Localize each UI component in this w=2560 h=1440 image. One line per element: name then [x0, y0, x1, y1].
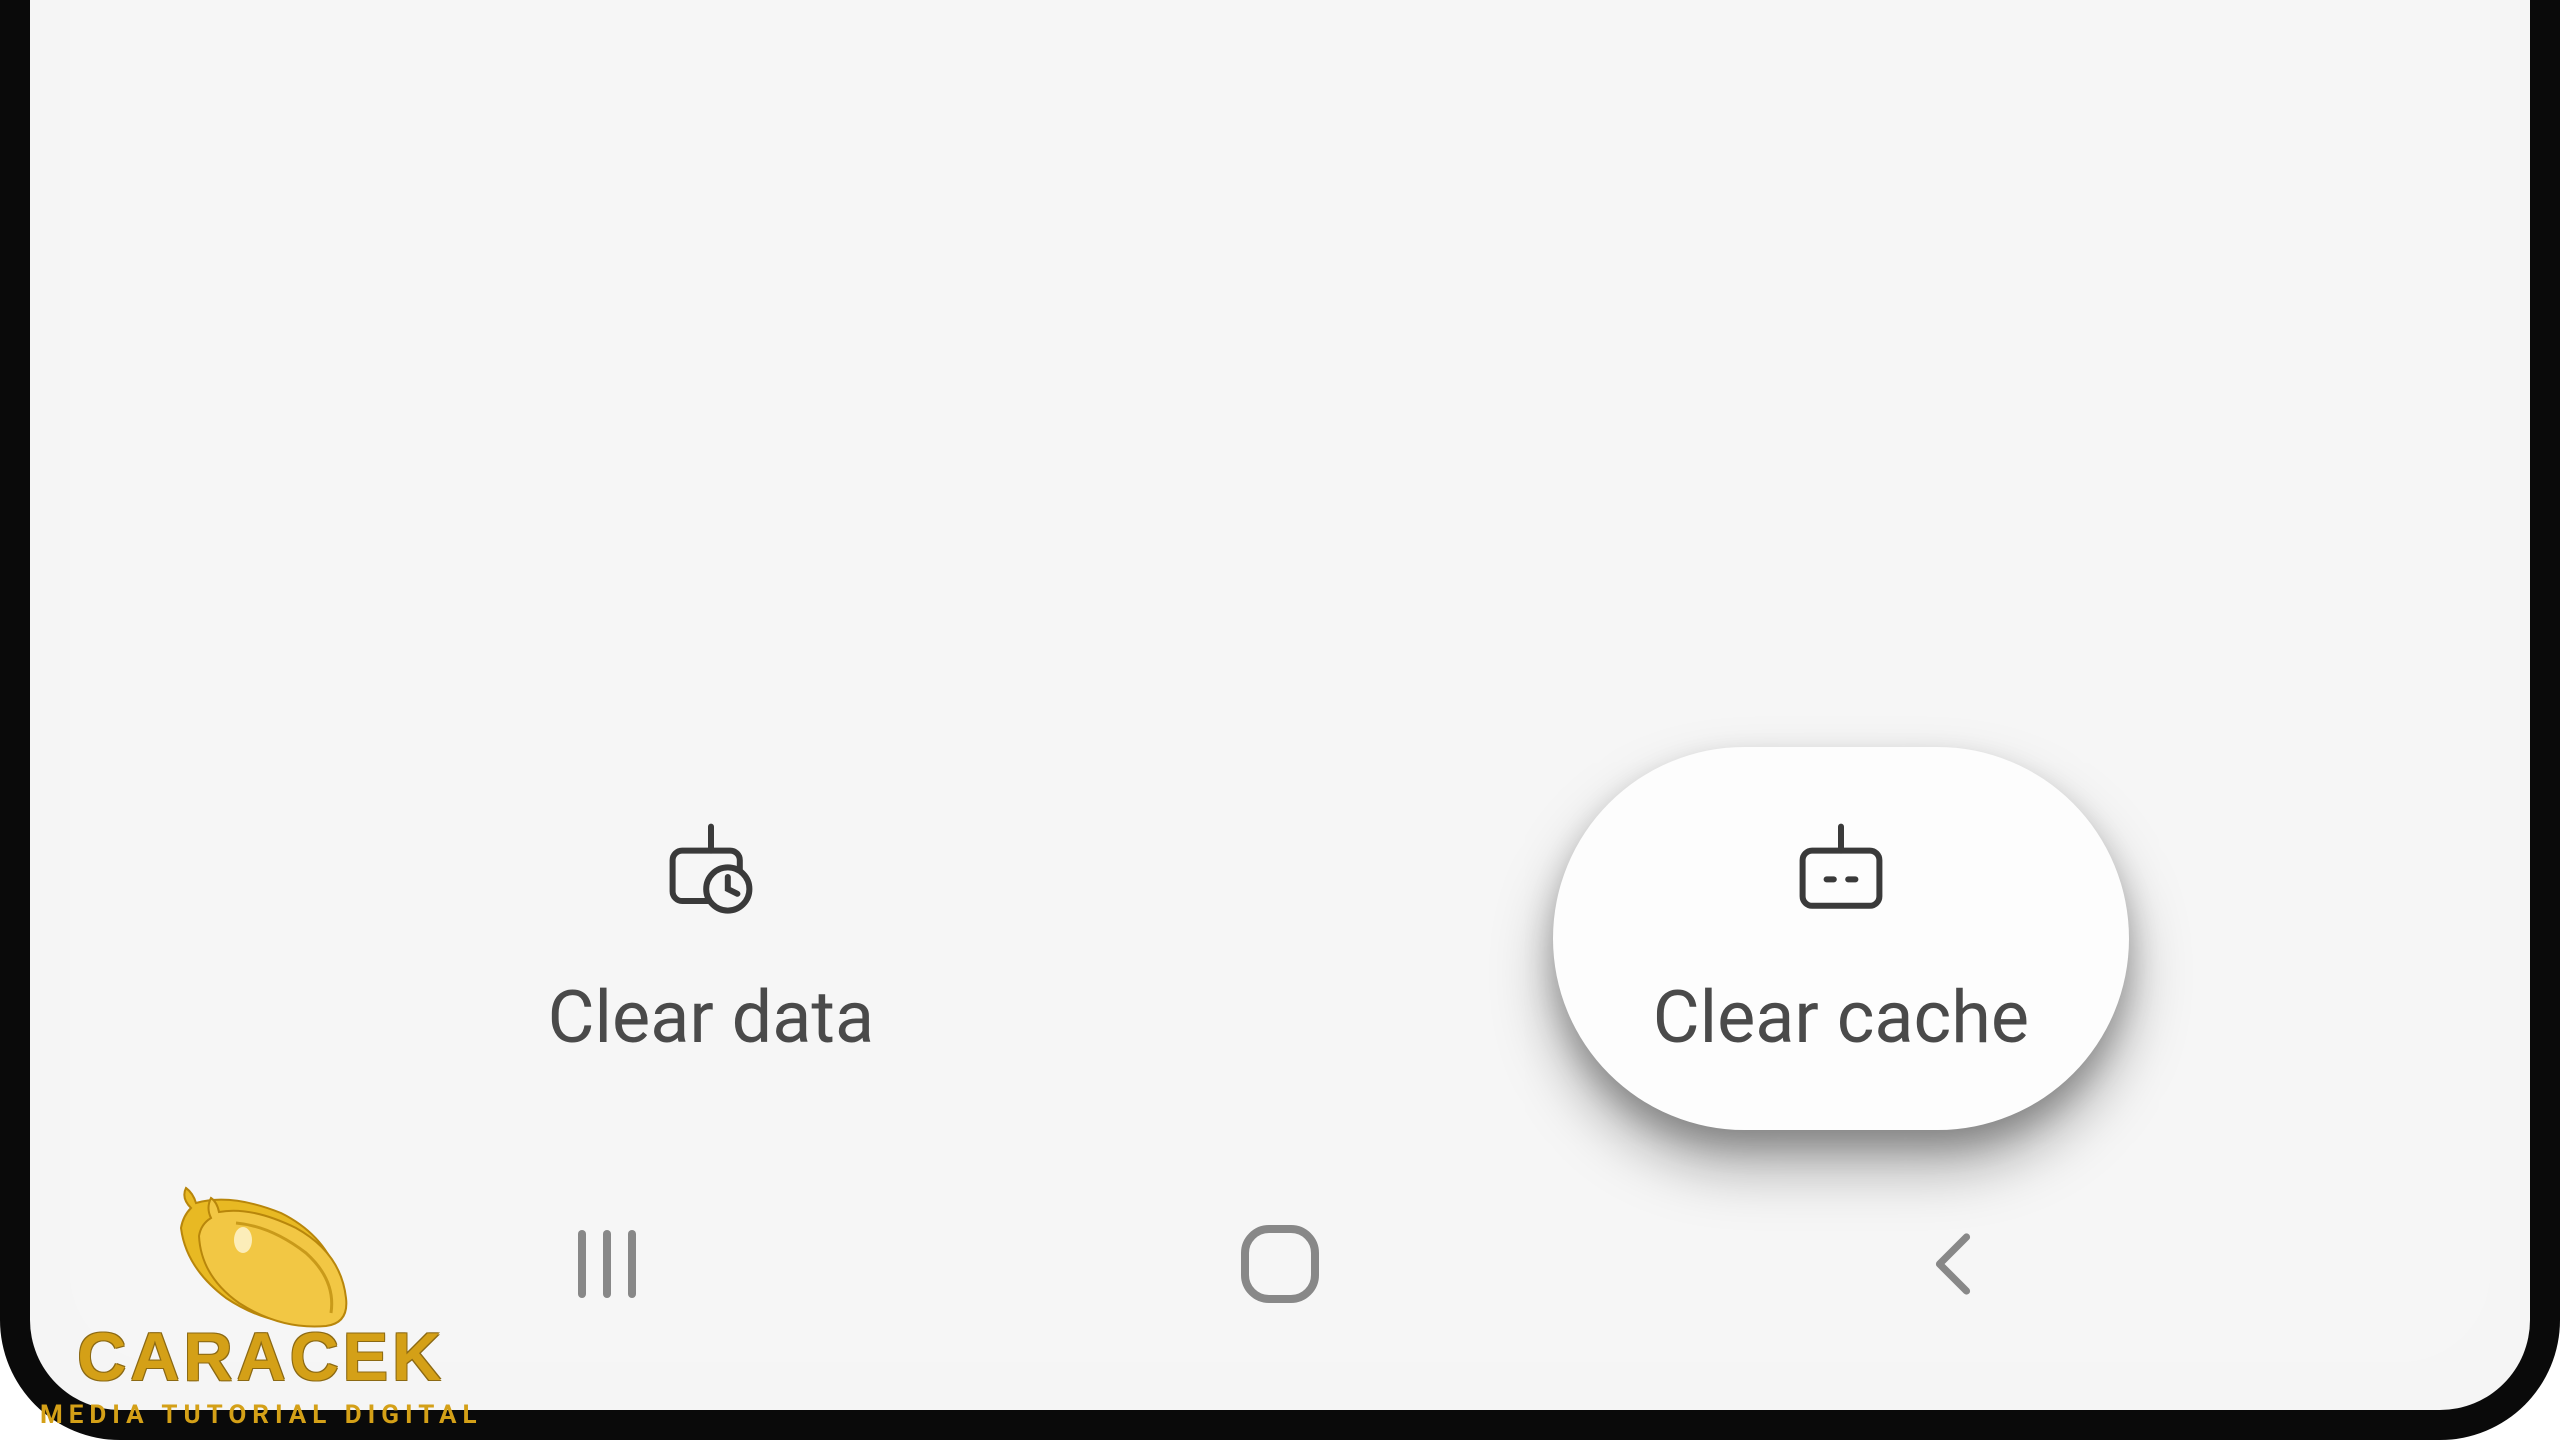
nav-back-button[interactable] — [1883, 1214, 2023, 1314]
nav-recents-button[interactable] — [537, 1214, 677, 1314]
nav-home-button[interactable] — [1210, 1214, 1350, 1314]
watermark-logo: CARACEK MEDIA TUTORIAL DIGITAL — [40, 1168, 483, 1430]
home-icon — [1230, 1214, 1330, 1314]
recents-icon — [552, 1224, 662, 1304]
watermark-tagline: MEDIA TUTORIAL DIGITAL — [40, 1400, 483, 1430]
watermark-brand: CARACEK — [77, 1318, 445, 1396]
clear-cache-label: Clear cache — [1653, 975, 2029, 1060]
empty-area — [70, 0, 2490, 707]
clear-cache-button[interactable]: Clear cache — [1553, 747, 2129, 1130]
broom-cache-icon — [1781, 817, 1901, 937]
storage-actions-row: Clear data Clear cache — [70, 707, 2490, 1190]
clear-data-button[interactable]: Clear data — [431, 747, 991, 1130]
back-icon — [1908, 1219, 1998, 1309]
clear-data-label: Clear data — [548, 975, 874, 1060]
screen-content: Clear data Clear cache — [70, 0, 2490, 1362]
broom-data-icon — [651, 817, 771, 937]
